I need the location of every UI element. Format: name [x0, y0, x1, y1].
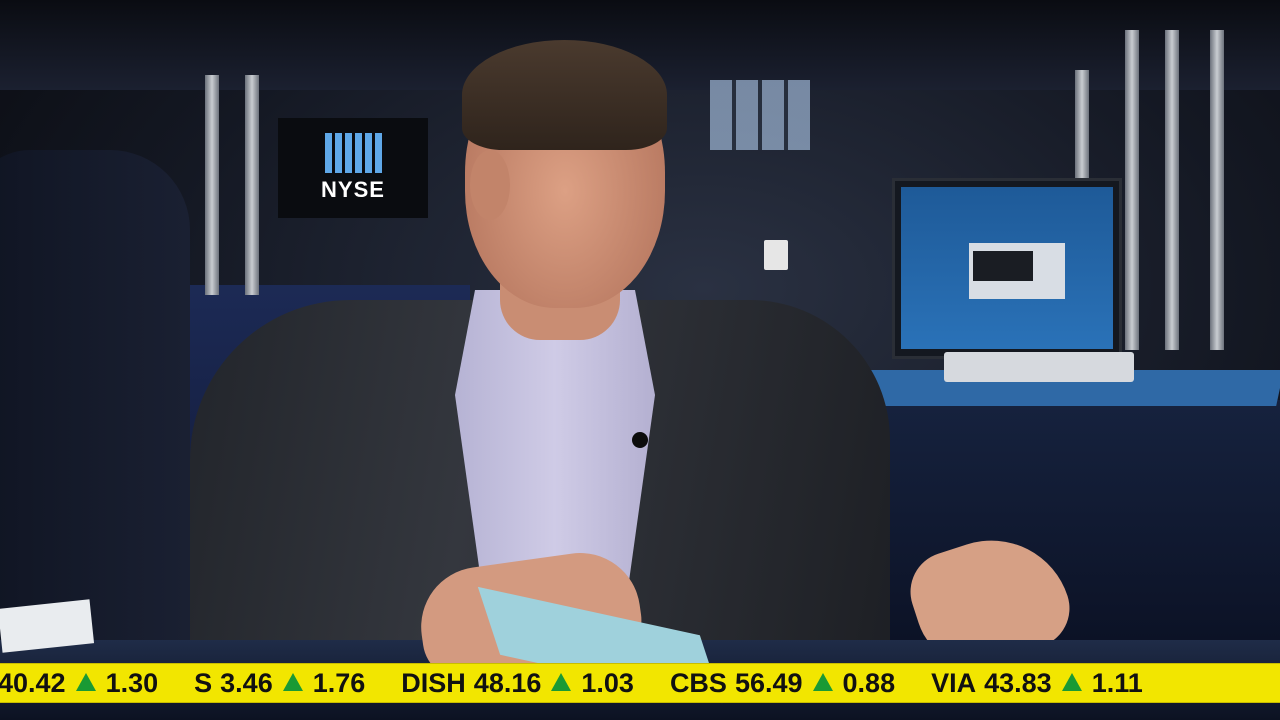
up-arrow-icon [282, 673, 303, 691]
lapel-microphone [632, 432, 648, 448]
camera-rig [1165, 30, 1179, 350]
ticker-symbol: VIA [931, 667, 977, 698]
up-arrow-icon [812, 673, 833, 691]
subject-ear [470, 150, 510, 220]
ticker-price: 48.16 [473, 667, 542, 698]
computer-monitor [892, 178, 1122, 359]
up-arrow-icon [551, 673, 572, 691]
ticker-price: 56.49 [734, 667, 803, 698]
stock-ticker: 40.42 1.30 S 3.46 1.76 DISH 48.16 1.03 C… [0, 663, 1280, 703]
coffee-mug [764, 240, 788, 270]
monitor-logo-icon [969, 243, 1065, 299]
ticker-price: 40.42 [0, 667, 66, 698]
background-screens [710, 80, 810, 150]
ticker-price: 43.83 [984, 667, 1052, 698]
studio-rig [205, 75, 219, 295]
ticker-change: 0.88 [842, 667, 896, 698]
nyse-logo-icon [324, 133, 382, 173]
camera-rig [1125, 30, 1139, 350]
ticker-item: S 3.46 1.76 [194, 668, 365, 699]
video-frame: NYSE 40.42 1.30 S 3.46 1.76 DISH 48.16 1… [0, 0, 1280, 720]
subject-hair [462, 40, 667, 150]
ticker-change: 1.11 [1091, 667, 1143, 698]
camera-rig [1075, 70, 1089, 190]
ticker-price: 3.46 [220, 667, 273, 698]
nyse-sign: NYSE [278, 118, 428, 218]
ticker-symbol: S [194, 667, 213, 698]
ticker-item: VIA 43.83 1.11 [931, 668, 1143, 699]
up-arrow-icon [1061, 673, 1082, 691]
ticker-item: 40.42 1.30 [0, 668, 158, 699]
ticker-item: CBS 56.49 0.88 [670, 668, 895, 699]
ticker-change: 1.76 [312, 667, 366, 698]
monitor-screen [901, 187, 1113, 349]
up-arrow-icon [75, 673, 96, 691]
ticker-change: 1.03 [581, 667, 634, 698]
ticker-symbol: DISH [401, 667, 466, 698]
ticker-item: DISH 48.16 1.03 [401, 668, 634, 699]
ticker-change: 1.30 [105, 667, 159, 698]
ticker-symbol: CBS [669, 667, 727, 698]
ticker-track: 40.42 1.30 S 3.46 1.76 DISH 48.16 1.03 C… [0, 668, 1179, 699]
studio-rig [245, 75, 259, 295]
camera-rig [1210, 30, 1224, 350]
keyboard [944, 352, 1134, 382]
left-person-silhouette [0, 150, 190, 670]
nyse-sign-text: NYSE [321, 177, 385, 202]
